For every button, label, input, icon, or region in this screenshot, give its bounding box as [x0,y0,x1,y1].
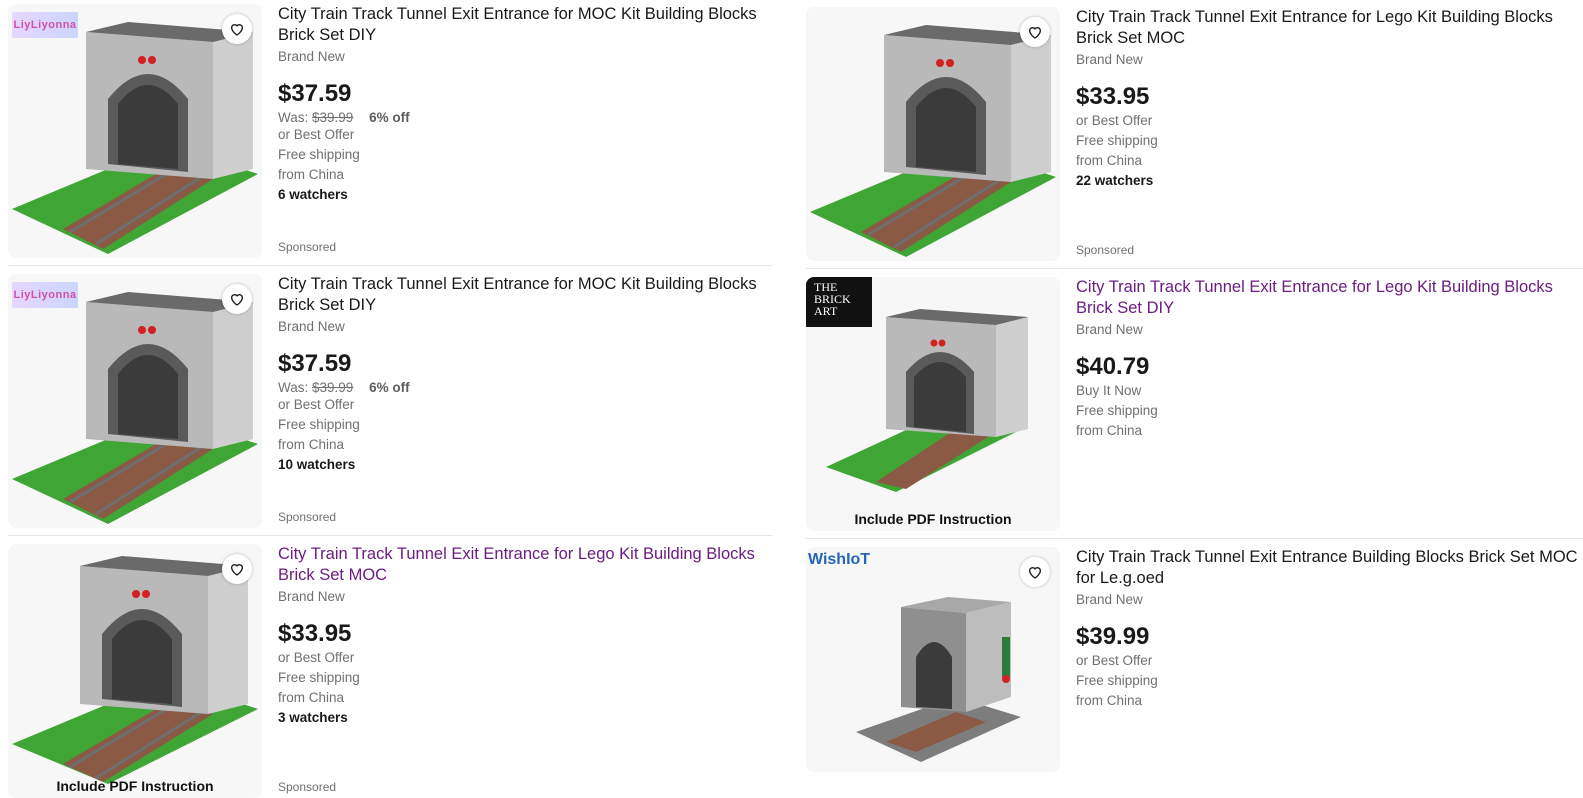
seller-logo: LiyLiyonna [12,12,78,38]
shipping-info: Free shipping [1076,403,1158,418]
heart-icon [230,24,244,36]
item-location: from China [278,690,345,705]
tunnel-product-image [12,22,258,254]
divider [8,265,772,266]
listing-title[interactable]: City Train Track Tunnel Exit Entrance Bu… [1076,547,1583,589]
listing-image[interactable]: LiyLiyonna [8,274,262,528]
watchers-count: 3 watchers [278,710,348,725]
listing-price: $40.79 [1076,353,1150,380]
listing-title[interactable]: City Train Track Tunnel Exit Entrance fo… [278,274,772,316]
was-price: $39.99 [312,380,354,395]
seller-logo: LiyLiyonna [12,282,78,308]
watch-heart-button[interactable] [222,14,252,44]
shipping-info: Free shipping [278,670,360,685]
listing-info: City Train Track Tunnel Exit Entrance fo… [278,274,772,475]
listing-condition: Brand New [278,589,345,604]
listing-info: City Train Track Tunnel Exit Entrance fo… [1076,7,1583,191]
heart-icon [1028,567,1042,579]
watchers-count: 6 watchers [278,187,348,202]
item-location: from China [1076,153,1143,168]
divider [806,538,1583,539]
sponsored-label: Sponsored [278,510,337,524]
purchase-option: or Best Offer [278,397,355,412]
listing-price: $39.99 [1076,623,1150,650]
listing-info: City Train Track Tunnel Exit Entrance fo… [278,544,772,728]
was-label: Was: [278,380,309,395]
divider [806,268,1583,269]
purchase-option: or Best Offer [1076,113,1153,128]
purchase-option: or Best Offer [278,127,355,142]
shipping-info: Free shipping [278,417,360,432]
shipping-info: Free shipping [278,147,360,162]
watch-heart-button[interactable] [222,554,252,584]
item-location: from China [278,437,345,452]
listing-title[interactable]: City Train Track Tunnel Exit Entrance fo… [278,544,772,586]
sponsored-label: Sponsored [1076,243,1135,257]
listing-card[interactable]: LiyLiyonna City Train Track Tunnel Exit … [8,274,772,536]
listing-condition: Brand New [1076,52,1143,67]
shipping-info: Free shipping [1076,133,1158,148]
was-label: Was: [278,110,309,125]
listing-price: $37.59 [278,80,352,107]
tunnel-product-image [12,556,258,784]
listing-image[interactable]: WishIoT [806,547,1060,772]
tunnel-product-image [12,292,258,524]
purchase-option: Buy It Now [1076,383,1142,398]
listing-title[interactable]: City Train Track Tunnel Exit Entrance fo… [1076,277,1583,319]
listing-card[interactable]: WishIoT City Train Track Tunnel Exit Ent… [806,547,1583,796]
seller-logo: WishIoT [808,551,871,568]
seller-logo: THE BRICK ART [806,277,872,327]
listing-title[interactable]: City Train Track Tunnel Exit Entrance fo… [278,4,772,46]
listing-info: City Train Track Tunnel Exit Entrance fo… [1076,277,1583,441]
image-caption: Include PDF Instruction [854,511,1012,527]
listing-condition: Brand New [1076,322,1143,337]
listing-info: City Train Track Tunnel Exit Entrance fo… [278,4,772,205]
sponsored-label: Sponsored [278,240,337,254]
listing-price: $33.95 [1076,83,1150,110]
listing-image[interactable] [806,7,1060,261]
listing-condition: Brand New [1076,592,1143,607]
listing-image[interactable]: LiyLiyonna [8,4,262,258]
listing-price: $33.95 [278,620,352,647]
listing-price: $37.59 [278,350,352,377]
heart-icon [230,564,244,576]
purchase-option: or Best Offer [278,650,355,665]
listing-card[interactable]: City Train Track Tunnel Exit Entrance fo… [806,7,1583,269]
purchase-option: or Best Offer [1076,653,1153,668]
heart-icon [230,294,244,306]
heart-icon [1028,27,1042,39]
listing-card[interactable]: Include PDF Instruction City Train Track… [8,544,772,798]
was-price-row: Was: $39.99 6% off [278,380,772,395]
divider [8,535,772,536]
listing-card[interactable]: THE BRICK ART Include PDF Instruction Ci… [806,277,1583,539]
listing-image[interactable]: THE BRICK ART Include PDF Instruction [806,277,1060,531]
watchers-count: 22 watchers [1076,173,1154,188]
watch-heart-button[interactable] [1020,17,1050,47]
sponsored-label: Sponsored [278,780,337,794]
discount-label: 6% off [369,110,410,125]
tunnel-product-image [810,25,1056,257]
watch-heart-button[interactable] [1020,557,1050,587]
image-caption: Include PDF Instruction [56,778,214,794]
watch-heart-button[interactable] [222,284,252,314]
listing-image[interactable]: Include PDF Instruction [8,544,262,798]
discount-label: 6% off [369,380,410,395]
watchers-count: 10 watchers [278,457,356,472]
listing-info: City Train Track Tunnel Exit Entrance Bu… [1076,547,1583,711]
listing-title[interactable]: City Train Track Tunnel Exit Entrance fo… [1076,7,1583,49]
listing-condition: Brand New [278,319,345,334]
item-location: from China [1076,693,1143,708]
was-price-row: Was: $39.99 6% off [278,110,772,125]
shipping-info: Free shipping [1076,673,1158,688]
item-location: from China [1076,423,1143,438]
item-location: from China [278,167,345,182]
listing-card[interactable]: LiyLiyonna City Train Track Tunnel Exit … [8,4,772,266]
was-price: $39.99 [312,110,354,125]
listing-condition: Brand New [278,49,345,64]
